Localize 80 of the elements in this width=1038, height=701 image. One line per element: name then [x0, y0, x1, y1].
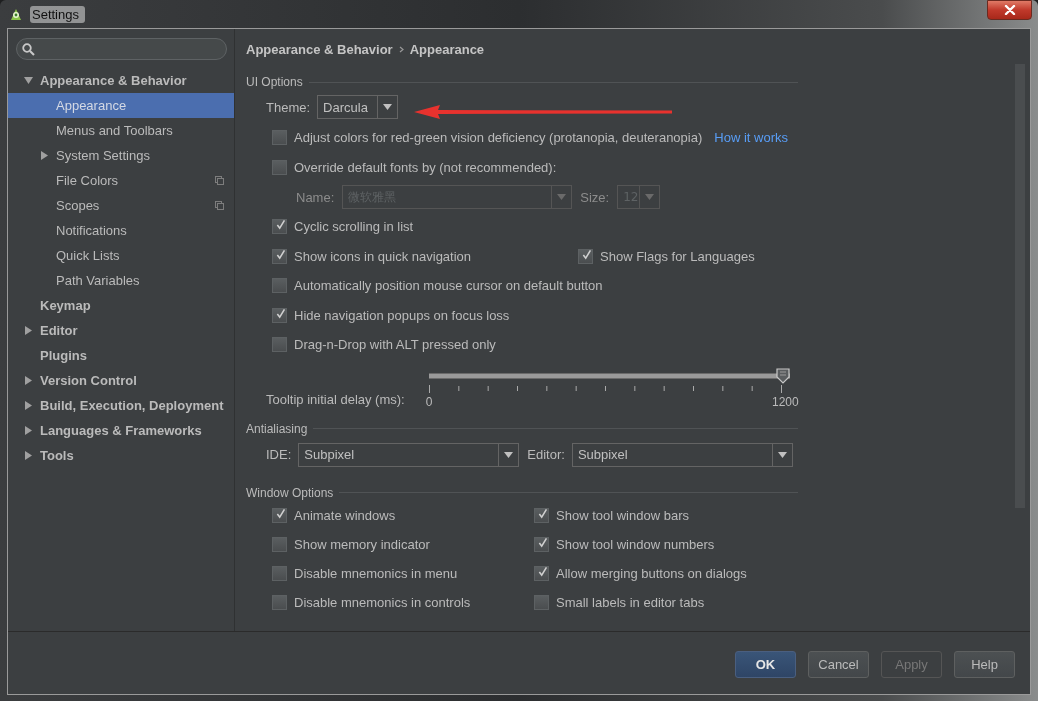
dialog-button[interactable]: OK — [735, 650, 796, 678]
checkbox-label[interactable]: Override default fonts by (not recommended): — [294, 159, 557, 175]
checkbox[interactable] — [534, 507, 549, 523]
section-title: Antialiasing — [246, 421, 308, 436]
field-label: IDE: — [266, 447, 292, 462]
section-title: Window Options — [246, 485, 334, 500]
checkbox[interactable] — [534, 594, 549, 610]
checkbox[interactable] — [272, 219, 287, 235]
checkbox[interactable] — [534, 565, 549, 581]
checkbox[interactable] — [272, 507, 287, 523]
checkbox[interactable] — [578, 248, 593, 264]
sidebar-item[interactable]: Languages & Frameworks — [8, 418, 234, 443]
slider-label: Tooltip initial delay (ms): — [266, 391, 405, 407]
checkbox-label[interactable]: Disable mnemonics in controls — [294, 594, 471, 610]
sidebar-item[interactable]: Scopes — [8, 193, 234, 218]
checkbox-label[interactable]: Animate windows — [294, 507, 396, 523]
close-icon — [1003, 5, 1016, 15]
checkbox-label[interactable]: Hide navigation popups on focus loss — [294, 307, 510, 323]
checkbox-label[interactable]: Show memory indicator — [294, 536, 430, 552]
chevron-icon — [398, 45, 404, 53]
how-it-works-link[interactable]: How it works — [714, 130, 788, 146]
sidebar-item[interactable]: Notifications — [8, 218, 234, 243]
checkbox-label[interactable]: Cyclic scrolling in list — [294, 219, 414, 235]
checkbox-label[interactable]: Show Flags for Languages — [600, 248, 755, 264]
sidebar-item[interactable]: Version Control — [8, 368, 234, 393]
checkbox[interactable] — [272, 307, 287, 323]
field-label: Editor: — [527, 447, 565, 462]
checkbox-label[interactable]: Show tool window numbers — [556, 536, 715, 552]
checkbox-label[interactable]: Automatically position mouse cursor on default button — [294, 278, 603, 294]
tick-label: 1200 — [772, 394, 799, 409]
checkbox-label[interactable]: Show tool window bars — [556, 507, 689, 523]
checkbox[interactable] — [272, 159, 287, 175]
sidebar-item[interactable]: System Settings — [8, 143, 234, 168]
tick-label: 0 — [425, 394, 433, 409]
sidebar-item[interactable]: Build, Execution, Deployment — [8, 393, 234, 418]
checkbox-label[interactable]: Show icons in quick navigation — [294, 248, 472, 264]
search-field[interactable] — [16, 38, 227, 60]
search-icon — [22, 42, 35, 56]
field-label: Name: — [296, 189, 335, 205]
sidebar-item[interactable]: Appearance — [8, 93, 234, 118]
sidebar-item[interactable]: Editor — [8, 318, 234, 343]
caret-icon — [557, 194, 567, 200]
checkbox[interactable] — [272, 130, 287, 146]
theme-dropdown[interactable]: Darcula — [317, 95, 399, 119]
dropdown[interactable]: Subpixel — [298, 442, 520, 467]
caret-icon — [777, 451, 787, 458]
checkbox[interactable] — [272, 565, 287, 581]
field-label: Theme: — [266, 99, 311, 115]
section-title: UI Options — [246, 75, 303, 89]
checkbox[interactable] — [272, 536, 287, 552]
dialog-button[interactable]: Cancel — [808, 650, 869, 678]
close-button[interactable] — [987, 0, 1032, 20]
checkbox-label[interactable]: Allow merging buttons on dialogs — [556, 565, 747, 581]
sidebar-item[interactable]: Appearance & Behavior — [8, 68, 234, 93]
checkbox[interactable] — [272, 594, 287, 610]
caret-icon — [645, 194, 655, 200]
sidebar-item[interactable]: Keymap — [8, 293, 234, 318]
breadcrumb-item[interactable]: Appearance & Behavior — [246, 41, 393, 57]
sidebar-item[interactable]: File Colors — [8, 168, 234, 193]
field-label: Size: — [580, 189, 610, 205]
checkbox[interactable] — [272, 337, 287, 353]
checkbox[interactable] — [272, 278, 287, 294]
slider-thumb[interactable] — [775, 367, 790, 384]
breadcrumb-item[interactable]: Appearance — [409, 41, 485, 57]
checkbox-label[interactable]: Adjust colors for red-green vision deficiency (protanopia, deuteranopia) — [294, 130, 703, 146]
sidebar-item[interactable]: Menus and Toolbars — [8, 118, 234, 143]
caret-icon — [383, 104, 393, 110]
sidebar-item[interactable]: Quick Lists — [8, 243, 234, 268]
checkbox[interactable] — [534, 536, 549, 552]
sidebar-item[interactable]: Path Variables — [8, 268, 234, 293]
dialog-button[interactable]: Help — [954, 650, 1015, 678]
dropdown[interactable]: Subpixel — [571, 442, 793, 467]
checkbox[interactable] — [272, 248, 287, 264]
checkbox-label[interactable]: Drag-n-Drop with ALT pressed only — [294, 337, 496, 353]
window-title: Settings — [30, 5, 85, 23]
sidebar-item[interactable]: Tools — [8, 443, 234, 468]
checkbox-label[interactable]: Disable mnemonics in menu — [294, 565, 458, 581]
checkbox-label[interactable]: Small labels in editor tabs — [556, 594, 705, 610]
sidebar-item[interactable]: Plugins — [8, 343, 234, 368]
caret-icon — [504, 451, 514, 458]
